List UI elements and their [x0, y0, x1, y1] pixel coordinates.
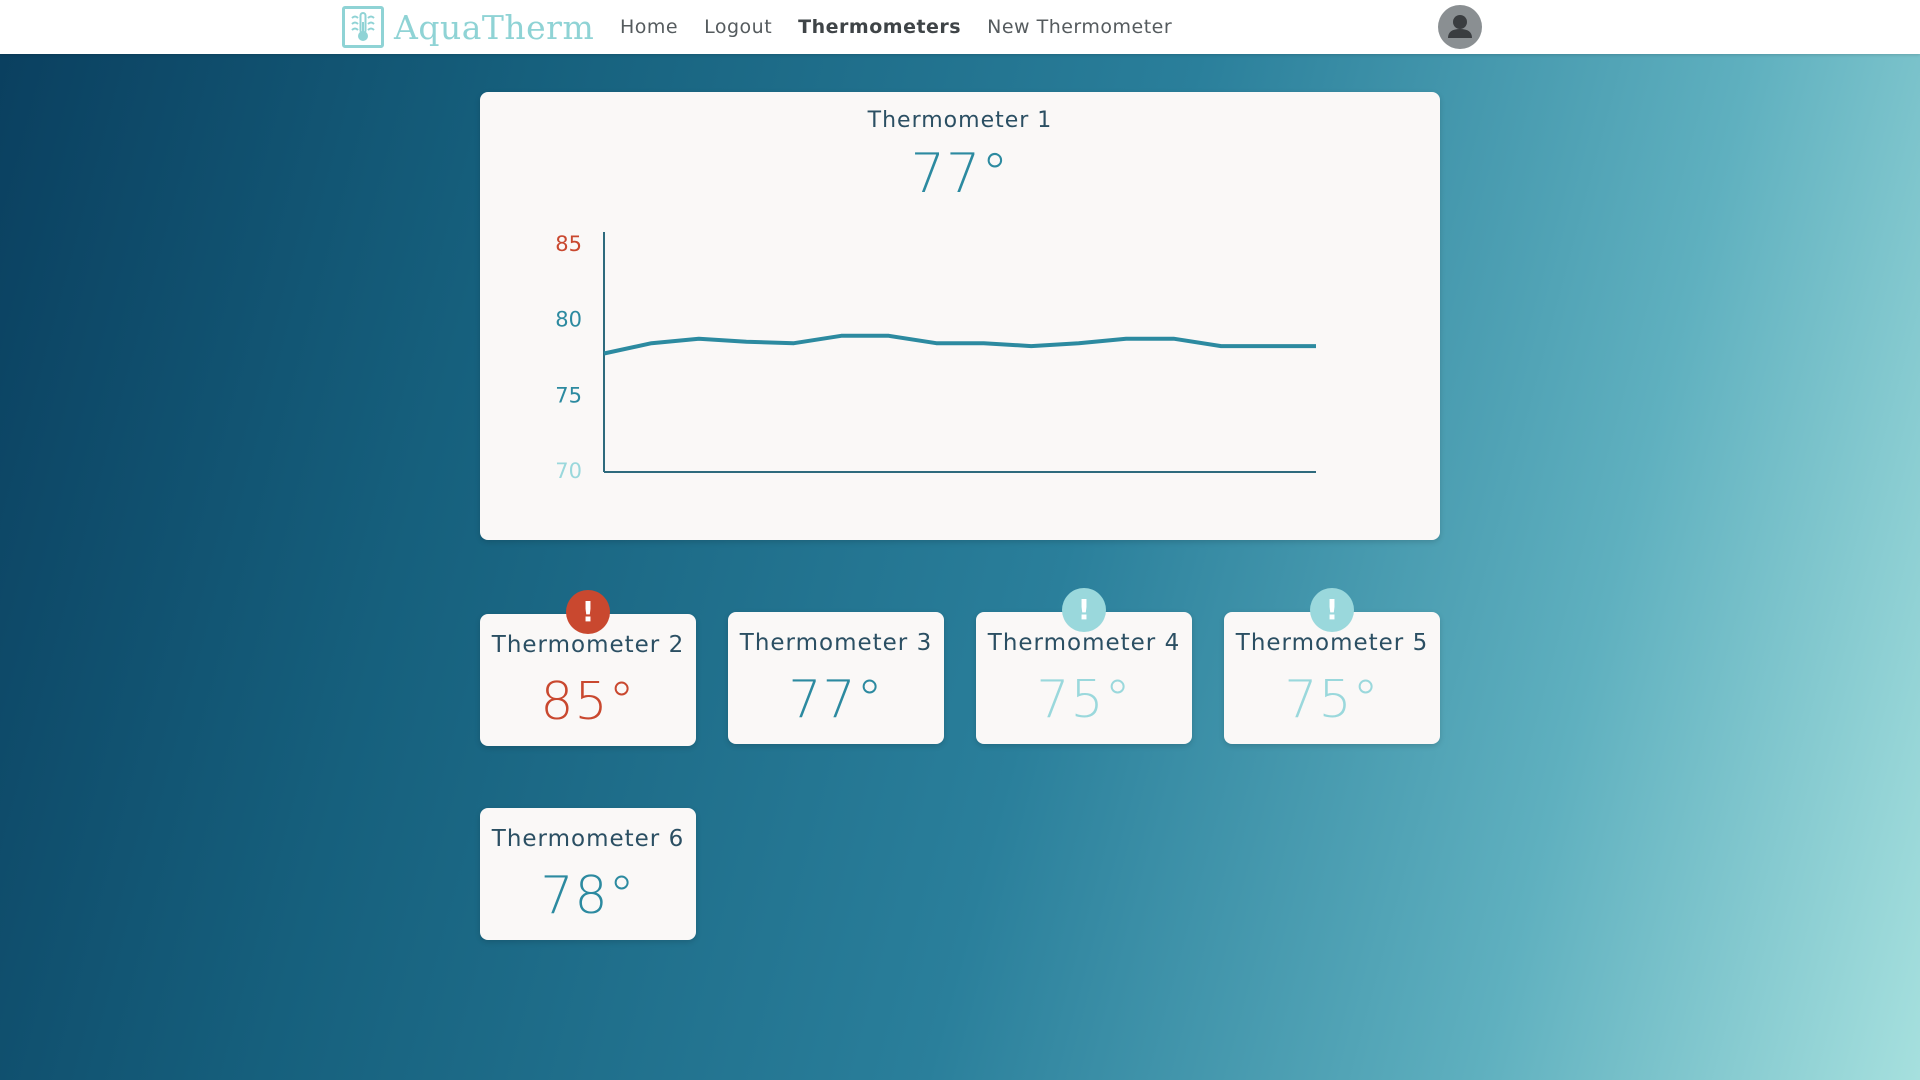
user-avatar-icon[interactable] — [1438, 5, 1482, 49]
alert-icon[interactable]: ! — [1062, 588, 1106, 632]
navbar: AquaTherm Home Logout Thermometers New T… — [0, 0, 1920, 54]
thermometer-temp: 77° — [788, 670, 884, 730]
thermometer-title: Thermometer 3 — [739, 630, 933, 656]
thermometer-title: Thermometer 6 — [491, 826, 685, 852]
nav-new-thermometer-link[interactable]: New Thermometer — [987, 16, 1172, 38]
nav-links: Home Logout Thermometers New Thermometer — [620, 0, 1198, 54]
app-name: AquaTherm — [394, 7, 595, 47]
y-tick-label: 85 — [555, 232, 582, 256]
temperature-series-line — [603, 333, 1316, 356]
thermometer-temp: 78° — [540, 866, 636, 926]
y-tick-label: 75 — [555, 383, 582, 407]
nav-thermometers-link[interactable]: Thermometers — [798, 16, 961, 38]
thermometer-card[interactable]: Thermometer 6 78° — [480, 808, 696, 940]
thermometer-logo-icon — [342, 6, 384, 48]
thermometer-temp: 75° — [1036, 670, 1132, 730]
thermometer-title: Thermometer 4 — [987, 630, 1181, 656]
logo[interactable]: AquaTherm — [342, 5, 594, 49]
thermometer-temp: 75° — [1284, 670, 1380, 730]
nav-logout-link[interactable]: Logout — [704, 16, 772, 38]
temperature-line-chart: 85 80 75 70 — [555, 232, 1316, 483]
y-tick-label: 80 — [555, 308, 582, 332]
y-tick-label: 70 — [555, 459, 582, 483]
thermometer-1-card[interactable]: Thermometer 1 77° 85 80 75 70 — [480, 92, 1440, 540]
nav-home-link[interactable]: Home — [620, 16, 678, 38]
alert-icon[interactable]: ! — [566, 590, 610, 634]
thermometer-card[interactable]: Thermometer 3 77° — [728, 612, 944, 744]
thermometer-temp: 85° — [540, 672, 636, 732]
alert-icon[interactable]: ! — [1310, 588, 1354, 632]
thermometer-title: Thermometer 2 — [491, 632, 685, 658]
thermometer-title: Thermometer 5 — [1235, 630, 1429, 656]
